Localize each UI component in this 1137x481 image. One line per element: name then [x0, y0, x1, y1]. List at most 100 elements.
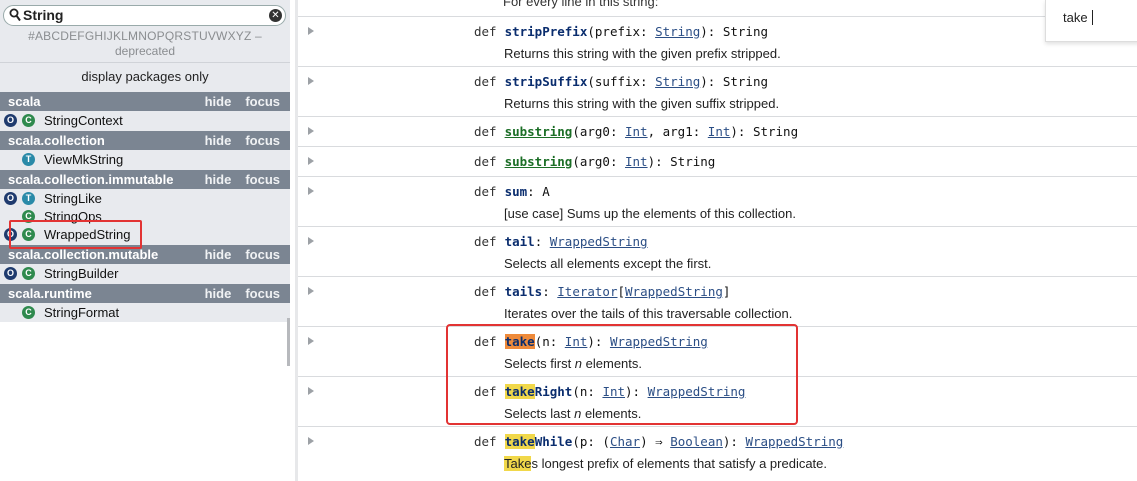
member-row-takewhile[interactable]: def takeWhile(p: (Char) ⇒ Boolean): Wrapp… [298, 426, 1137, 481]
member-row-takeright[interactable]: def takeRight(n: Int): WrappedString Sele… [298, 376, 1137, 426]
member-name[interactable]: substring [505, 124, 573, 139]
hide-button[interactable]: hide [205, 286, 232, 301]
trait-icon[interactable]: T [22, 192, 35, 205]
trait-icon[interactable]: T [22, 153, 35, 166]
member-signature: def sum: A [474, 184, 550, 199]
clear-search-icon[interactable]: ✕ [269, 9, 282, 22]
expand-arrow-icon[interactable] [308, 127, 314, 135]
type-link[interactable]: Char [610, 434, 640, 449]
class-icon[interactable]: C [22, 114, 35, 127]
package-header-scala-collection-immutable[interactable]: scala.collection.immutable hide focus [0, 170, 290, 189]
class-icon[interactable]: C [22, 267, 35, 280]
expand-arrow-icon[interactable] [308, 287, 314, 295]
type-link[interactable]: Int [602, 384, 625, 399]
entry-label[interactable]: WrappedString [44, 225, 130, 244]
hide-button[interactable]: hide [205, 133, 232, 148]
expand-arrow-icon[interactable] [308, 187, 314, 195]
type-link[interactable]: WrappedString [550, 234, 648, 249]
member-row-substring-2[interactable]: def substring(arg0: Int, arg1: Int): Stri… [298, 116, 1137, 146]
package-name[interactable]: scala [8, 94, 41, 109]
type-link[interactable]: Int [565, 334, 588, 349]
expand-arrow-icon[interactable] [308, 237, 314, 245]
hide-button[interactable]: hide [205, 247, 232, 262]
focus-button[interactable]: focus [245, 133, 280, 148]
description-text: For every line in this string: [503, 0, 659, 9]
package-name[interactable]: scala.collection.immutable [8, 172, 173, 187]
type-link[interactable]: WrappedString [625, 284, 723, 299]
sidebar-entry-stringbuilder[interactable]: O C StringBuilder [0, 264, 290, 283]
type-link[interactable]: Int [708, 124, 731, 139]
sidebar-entry-viewmkstring[interactable]: T ViewMkString [0, 150, 290, 169]
expand-arrow-icon[interactable] [308, 157, 314, 165]
member-row-substring-1[interactable]: def substring(arg0: Int): String [298, 146, 1137, 176]
member-name[interactable]: tails [505, 284, 543, 299]
type-link[interactable]: String [655, 74, 700, 89]
member-name[interactable]: take [504, 334, 535, 349]
object-icon[interactable]: O [4, 267, 17, 280]
class-icon[interactable]: C [22, 306, 35, 319]
member-row-take[interactable]: def take(n: Int): WrappedString Selects f… [298, 326, 1137, 376]
entry-label[interactable]: StringBuilder [44, 264, 118, 283]
type-link[interactable]: Int [625, 154, 648, 169]
member-row-sum[interactable]: def sum: A [use case] Sums up the element… [298, 176, 1137, 226]
expand-arrow-icon[interactable] [308, 437, 314, 445]
sidebar-entry-stringops[interactable]: C StringOps [0, 207, 290, 226]
object-icon[interactable]: O [4, 228, 17, 241]
focus-button[interactable]: focus [245, 94, 280, 109]
expand-arrow-icon[interactable] [308, 27, 314, 35]
class-icon[interactable]: C [22, 210, 35, 223]
member-row-stripprefix[interactable]: def stripPrefix(prefix: String): String R… [298, 16, 1137, 66]
member-name[interactable]: stripPrefix [505, 24, 588, 39]
member-name[interactable]: takeRight [504, 384, 572, 399]
sidebar-entry-stringcontext[interactable]: O C StringContext [0, 111, 290, 130]
deprecated-link[interactable]: deprecated [0, 44, 290, 58]
type-link[interactable]: Int [625, 124, 648, 139]
member-name[interactable]: takeWhile [504, 434, 572, 449]
find-in-page-input[interactable]: take [1045, 0, 1137, 42]
sidebar-entry-stringformat[interactable]: C StringFormat [0, 303, 290, 322]
hide-button[interactable]: hide [205, 172, 232, 187]
focus-button[interactable]: focus [245, 247, 280, 262]
type-link[interactable]: WrappedString [610, 334, 708, 349]
member-name[interactable]: tail [505, 234, 535, 249]
entry-label[interactable]: StringContext [44, 111, 123, 130]
hide-button[interactable]: hide [205, 94, 232, 109]
sidebar-scrollbar[interactable] [287, 318, 290, 366]
type-link[interactable]: Iterator [557, 284, 617, 299]
member-signature: def substring(arg0: Int): String [474, 154, 716, 169]
package-header-scala-collection-mutable[interactable]: scala.collection.mutable hide focus [0, 245, 290, 264]
expand-arrow-icon[interactable] [308, 337, 314, 345]
member-name[interactable]: sum [505, 184, 528, 199]
member-row-stripsuffix[interactable]: def stripSuffix(suffix: String): String R… [298, 66, 1137, 116]
member-row-tails[interactable]: def tails: Iterator[WrappedString] Iterat… [298, 276, 1137, 326]
package-name[interactable]: scala.collection.mutable [8, 247, 158, 262]
expand-arrow-icon[interactable] [308, 77, 314, 85]
class-icon[interactable]: C [22, 228, 35, 241]
sidebar-entry-stringlike[interactable]: O T StringLike [0, 189, 290, 208]
package-name[interactable]: scala.runtime [8, 286, 92, 301]
letter-index[interactable]: #ABCDEFGHIJKLMNOPQRSTUVWXYZ – [0, 29, 290, 43]
member-name[interactable]: stripSuffix [505, 74, 588, 89]
type-link[interactable]: String [655, 24, 700, 39]
focus-button[interactable]: focus [245, 286, 280, 301]
object-icon[interactable]: O [4, 192, 17, 205]
entry-label[interactable]: StringOps [44, 207, 102, 226]
expand-arrow-icon[interactable] [308, 387, 314, 395]
object-icon[interactable]: O [4, 114, 17, 127]
package-header-scala-collection[interactable]: scala.collection hide focus [0, 131, 290, 150]
entry-label[interactable]: StringLike [44, 189, 102, 208]
sidebar-entry-wrappedstring[interactable]: O C WrappedString [0, 225, 290, 244]
type-link[interactable]: WrappedString [745, 434, 843, 449]
member-row-tail[interactable]: def tail: WrappedString Selects all eleme… [298, 226, 1137, 276]
package-header-scala-runtime[interactable]: scala.runtime hide focus [0, 284, 290, 303]
search-input[interactable]: String ✕ [3, 5, 286, 26]
type-link[interactable]: WrappedString [648, 384, 746, 399]
package-header-scala[interactable]: scala hide focus [0, 92, 290, 111]
display-packages-only-link[interactable]: display packages only [0, 62, 290, 90]
focus-button[interactable]: focus [245, 172, 280, 187]
package-name[interactable]: scala.collection [8, 133, 105, 148]
member-name[interactable]: substring [505, 154, 573, 169]
entry-label[interactable]: StringFormat [44, 303, 119, 322]
type-link[interactable]: Boolean [670, 434, 723, 449]
entry-label[interactable]: ViewMkString [44, 150, 123, 169]
